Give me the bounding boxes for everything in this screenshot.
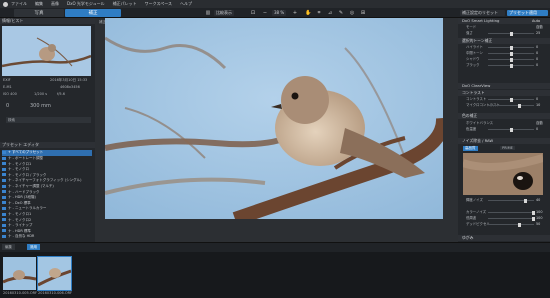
menu-workspace[interactable]: ワークスペース: [145, 1, 172, 7]
zoom-level-select[interactable]: 38 %: [272, 10, 287, 16]
folder-icon: [2, 234, 6, 238]
exif-shutter: 1/200 s: [34, 92, 48, 96]
microcontrast-row[interactable]: マイクロコントラスト 10: [466, 103, 550, 108]
tab-edit[interactable]: 編集: [2, 244, 15, 250]
tab-photo-library[interactable]: 写真: [14, 9, 64, 17]
straighten-icon[interactable]: ⊿: [327, 10, 333, 16]
exif-camera: E-M1: [3, 85, 12, 89]
apply-preset-button[interactable]: プリセット適用: [507, 10, 548, 16]
folder-icon: [2, 195, 6, 199]
section-contrast[interactable]: コントラスト: [458, 90, 550, 96]
folder-icon: [2, 206, 6, 210]
folder-icon: [2, 229, 6, 233]
zoom-in-icon[interactable]: +: [292, 10, 298, 16]
preset-editor-header[interactable]: プリセット エディタ: [0, 142, 95, 148]
app-logo-icon: [3, 1, 8, 7]
section-clearview[interactable]: DxO ClearView: [458, 83, 550, 89]
smart-intensity-row[interactable]: 強さ 25: [466, 31, 550, 36]
bottom-bar: [0, 242, 550, 252]
folder-icon: [2, 178, 6, 182]
menu-bar: ファイル 編集 画像 DxO 光学モジュール 補正パレット ワークスペース ヘル…: [0, 0, 550, 8]
search-field[interactable]: 検索: [6, 117, 91, 123]
folder-icon: [2, 218, 6, 222]
tab-photo-library-label: 写真: [34, 11, 44, 16]
exif-ev: 0: [6, 103, 10, 109]
tree-item[interactable]: ナ - 自然な HDR: [2, 234, 92, 240]
thumb-image-1: [3, 257, 36, 290]
noise-tab-hq[interactable]: 高品質: [463, 146, 478, 151]
zoom-out-icon[interactable]: −: [262, 10, 268, 16]
menu-image[interactable]: 画像: [51, 1, 59, 7]
folder-icon: [2, 201, 6, 205]
luminance-row[interactable]: 輝度ノイズ 40: [466, 198, 550, 203]
film-thumb-2[interactable]: [37, 256, 72, 291]
highlight-row[interactable]: ハイライト 0: [466, 45, 550, 50]
contrast-row[interactable]: コントラスト 0: [466, 97, 550, 102]
menu-optics[interactable]: DxO 光学モジュール: [67, 1, 105, 7]
smart-mode-row: モード 自動: [466, 25, 543, 29]
exif-focal: 300 mm: [30, 103, 51, 109]
compare-icon[interactable]: ▥: [205, 10, 211, 16]
compare-button[interactable]: 比較表示: [214, 10, 234, 16]
folder-icon: [2, 162, 6, 166]
shadow-row[interactable]: シャドウ 0: [466, 57, 550, 62]
folder-icon: [2, 184, 6, 188]
folder-icon: [2, 173, 6, 177]
temp-row[interactable]: 色温度 0: [466, 127, 550, 132]
dead-pixel-row[interactable]: デッドピクセル 50: [466, 222, 550, 227]
folder-icon: [2, 150, 6, 154]
film-label-1: 20160310-005.ORF: [3, 291, 38, 295]
exif-date: 2016年3月10日 15:33: [50, 78, 88, 82]
folder-icon: [2, 167, 6, 171]
tab-customize[interactable]: 補正: [65, 9, 121, 17]
folder-icon: [2, 212, 6, 216]
filmstrip: [0, 252, 550, 298]
crop-tool-icon[interactable]: ⌗: [316, 10, 322, 16]
histogram-header[interactable]: 情報/ヒスト: [0, 18, 95, 24]
exif-size: 4608x3456: [60, 85, 80, 89]
exif-iso: ISO 400: [3, 92, 17, 96]
midtone-row[interactable]: 中間トーン 0: [466, 51, 550, 56]
black-row[interactable]: ブラック 0: [466, 63, 550, 68]
repair-icon[interactable]: ✎: [338, 10, 344, 16]
horizon-icon[interactable]: ⊞: [360, 10, 366, 16]
menu-file[interactable]: ファイル: [11, 1, 27, 7]
lowfreq-row[interactable]: 低周波 100: [466, 216, 550, 221]
menu-help[interactable]: ヘルプ: [180, 1, 192, 7]
noise-preview-loupe[interactable]: [463, 153, 543, 195]
menu-edit[interactable]: 編集: [35, 1, 43, 7]
smart-lighting-mode[interactable]: Auto: [532, 19, 540, 23]
main-photo[interactable]: [105, 18, 443, 219]
section-noise[interactable]: ノイズ除去 / RAW: [458, 138, 550, 144]
noise-tab-prime[interactable]: PRIME: [500, 146, 515, 150]
folder-icon: [2, 223, 6, 227]
reset-corrections-button[interactable]: 補正設定のリセット: [460, 10, 505, 16]
film-label-2: 20160310-006.ORF: [38, 291, 73, 295]
folder-icon: [2, 156, 6, 160]
hand-tool-icon[interactable]: ✋: [305, 10, 311, 16]
tab-customize-label: 補正: [88, 11, 98, 16]
navigator-thumbnail[interactable]: [2, 26, 91, 76]
exif-aperture: f/5.6: [57, 92, 65, 96]
thumb-image-2: [38, 257, 71, 290]
section-selective-tone[interactable]: 選択的トーン補正: [458, 38, 550, 44]
tree-item[interactable]: + すべてのプリセット: [2, 150, 92, 156]
bird-photo: [105, 18, 443, 219]
film-thumb-1[interactable]: [3, 257, 36, 290]
menu-palettes[interactable]: 補正パレット: [113, 1, 137, 7]
fit-icon[interactable]: ⊡: [250, 10, 256, 16]
navigator-image: [2, 26, 91, 76]
color-noise-row[interactable]: カラーノイズ 100: [466, 210, 550, 215]
section-color[interactable]: 色の補正: [458, 113, 550, 119]
section-lens[interactable]: ゆがみ: [458, 235, 550, 241]
exif-format: EXIF: [3, 78, 11, 82]
white-balance-icon[interactable]: ◎: [349, 10, 355, 16]
loupe-image: [463, 153, 543, 195]
slider-knob[interactable]: [510, 31, 513, 36]
wb-row[interactable]: ホワイトバランス 自動: [466, 121, 550, 126]
folder-icon: [2, 190, 6, 194]
tab-apply[interactable]: 適用: [27, 244, 40, 250]
